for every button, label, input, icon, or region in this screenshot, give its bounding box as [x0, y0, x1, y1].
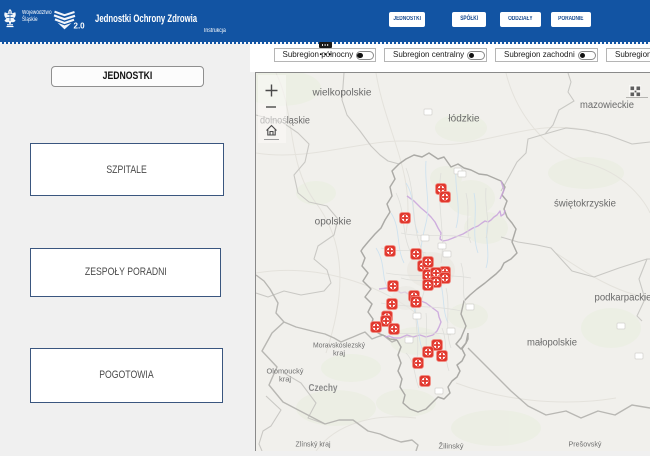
svg-text:łódzkie: łódzkie: [448, 114, 480, 125]
svg-text:kraj: kraj: [333, 349, 345, 358]
svg-text:Žilinský: Žilinský: [438, 442, 463, 451]
svg-text:kraj: kraj: [279, 375, 291, 384]
svg-text:wielkopolskie: wielkopolskie: [312, 88, 372, 99]
svg-text:2.0: 2.0: [74, 22, 86, 31]
svg-text:Zlínský kraj: Zlínský kraj: [296, 440, 331, 449]
svg-text:małopolskie: małopolskie: [527, 338, 577, 349]
svg-text:świętokrzyskie: świętokrzyskie: [554, 199, 616, 210]
svg-text:opolskie: opolskie: [315, 217, 352, 228]
svg-text:mazowieckie: mazowieckie: [580, 100, 634, 111]
svg-text:Czechy: Czechy: [309, 382, 338, 394]
svg-text:podkarpackie: podkarpackie: [595, 293, 650, 304]
svg-text:Prešovský: Prešovský: [569, 440, 602, 449]
